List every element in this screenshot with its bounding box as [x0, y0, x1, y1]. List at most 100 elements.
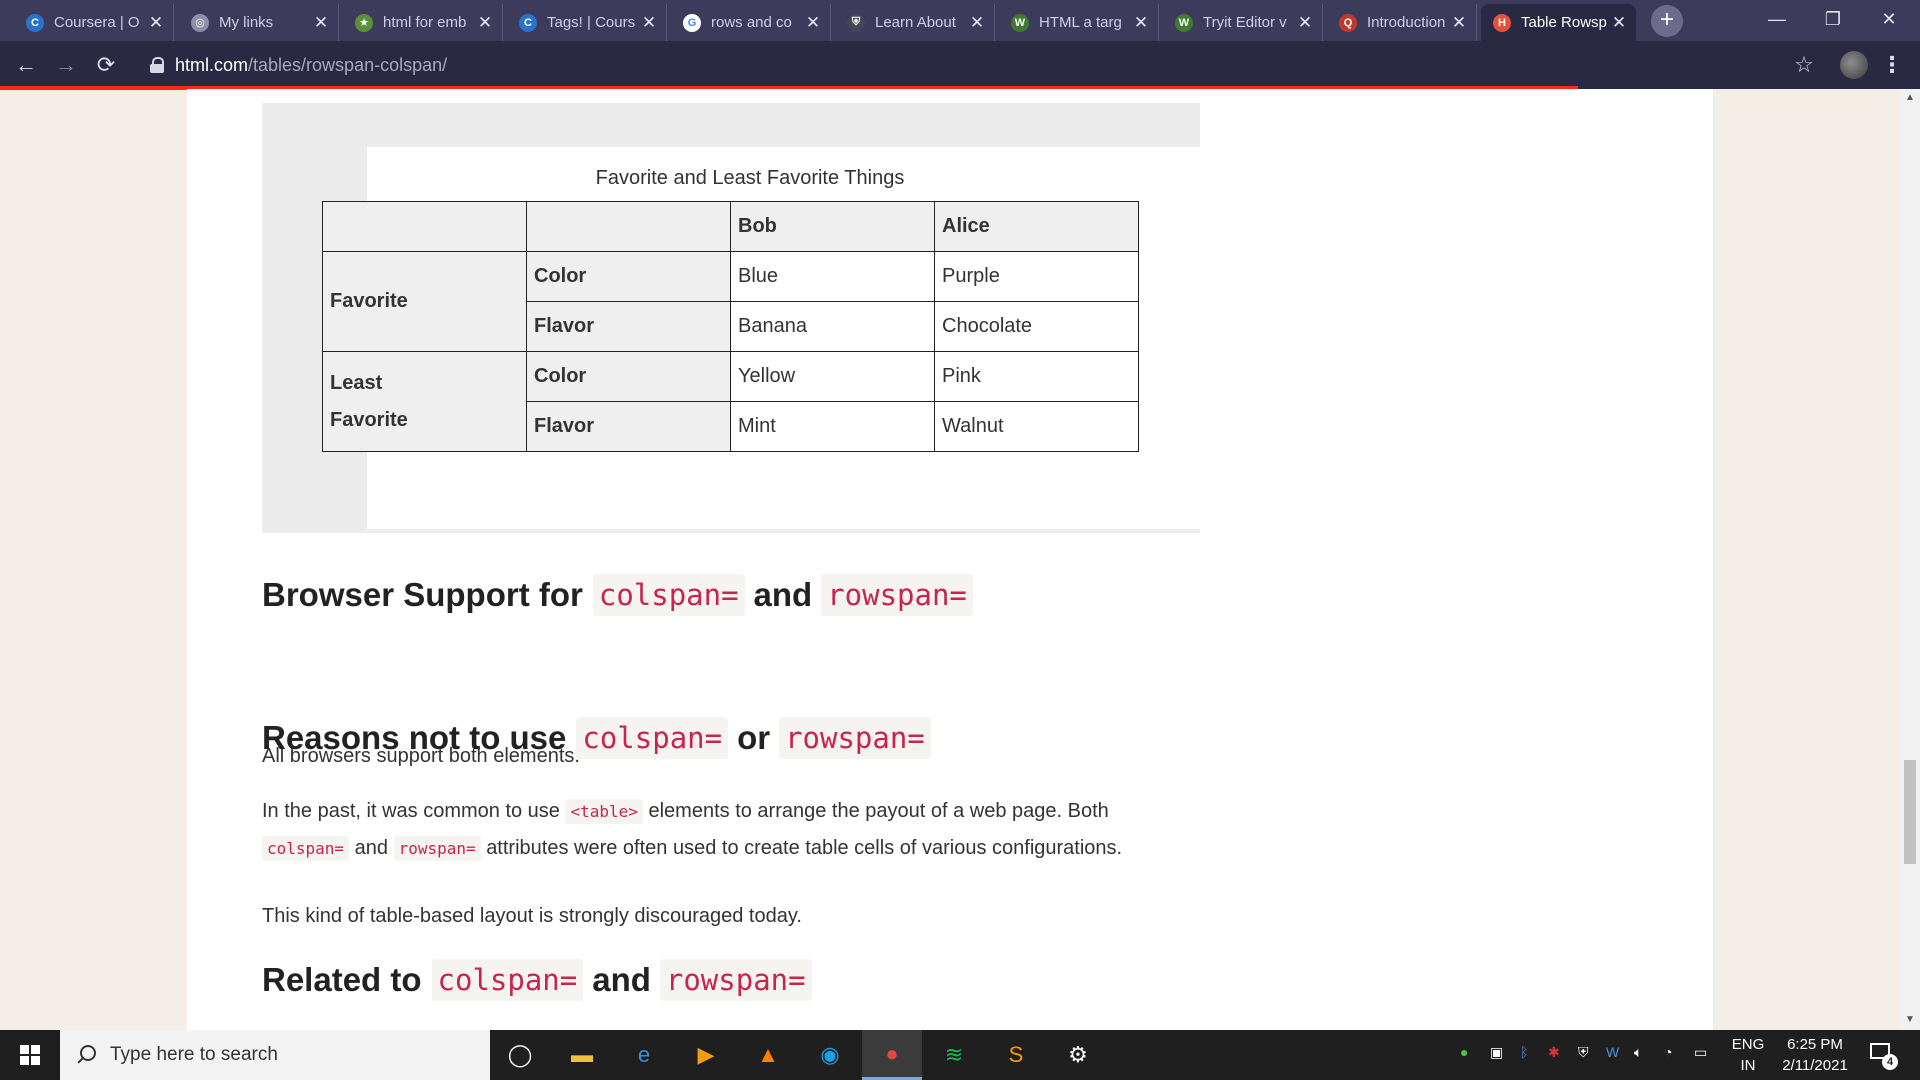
new-tab-button[interactable]: + [1651, 5, 1683, 37]
close-tab-icon[interactable]: ✕ [968, 13, 986, 33]
paragraph-text: elements to arrange the payout of a web … [648, 800, 1109, 822]
forward-icon[interactable]: → [50, 49, 82, 81]
task-view-icon[interactable]: ◯ [490, 1030, 550, 1080]
profile-avatar[interactable] [1840, 51, 1868, 79]
spotify-icon[interactable]: ≋ [924, 1030, 984, 1080]
media-player-icon[interactable]: ▶ [676, 1030, 736, 1080]
search-icon [76, 1045, 96, 1065]
shield-icon: ⛨ [847, 13, 865, 32]
header-cell-empty [526, 201, 731, 252]
defender-shield-icon[interactable]: ⛨ [1578, 1044, 1589, 1061]
paragraph-text: attributes were often used to create tab… [486, 837, 1123, 859]
meet-now-icon[interactable]: ▣ [1490, 1044, 1503, 1061]
close-tab-icon[interactable]: ✕ [804, 13, 822, 33]
tab-title: Table Rowsp [1521, 14, 1607, 31]
browser-tab[interactable]: C Tags! | Cours ✕ [507, 4, 667, 41]
close-tab-icon[interactable]: ✕ [1610, 13, 1628, 33]
code-rowspan: rowspan= [779, 717, 931, 759]
minimize-button[interactable]: — [1752, 4, 1802, 34]
browser-tab[interactable]: W HTML a targ ✕ [999, 4, 1159, 41]
close-tab-icon[interactable]: ✕ [640, 13, 658, 33]
internet-explorer-icon[interactable]: e [614, 1030, 674, 1080]
security-check-icon[interactable]: ● [1460, 1044, 1468, 1060]
close-tab-icon[interactable]: ✕ [1132, 13, 1150, 33]
close-window-button[interactable]: ✕ [1864, 4, 1914, 34]
scrollbar-thumb[interactable] [1904, 760, 1916, 864]
tab-strip: C Coursera | O ✕ ◎ My links ✕ ★ html for emb ✕ C T… [0, 0, 1920, 41]
restore-button[interactable]: ❐ [1808, 4, 1858, 34]
header-cell-alice: Alice [934, 201, 1139, 252]
word-icon[interactable]: W [1606, 1044, 1619, 1060]
system-clock[interactable]: 6:25 PM 2/11/2021 [1770, 1034, 1860, 1076]
toolbar: ← → ⟳ html.com/tables/rowspan-colspan/ ☆… [0, 41, 1920, 89]
input-language[interactable]: ENG IN [1728, 1034, 1768, 1076]
edge-icon[interactable]: ◉ [800, 1030, 860, 1080]
close-tab-icon[interactable]: ✕ [147, 13, 165, 33]
url-path: /tables/rowspan-colspan/ [248, 54, 448, 75]
settings-icon[interactable]: ⚙ [1048, 1030, 1108, 1080]
browser-tab[interactable]: ★ html for emb ✕ [343, 4, 503, 41]
chrome-icon[interactable]: ● [862, 1030, 922, 1080]
w3schools-icon: W [1011, 13, 1029, 32]
header-cell-bob: Bob [730, 201, 935, 252]
chrome-menu-icon[interactable]: ⋮ [1880, 49, 1904, 81]
browser-tab[interactable]: ◎ My links ✕ [179, 4, 339, 41]
page-scrollbar[interactable] [1900, 89, 1920, 1030]
close-tab-icon[interactable]: ✕ [1296, 13, 1314, 33]
url-host: html.com [175, 54, 249, 75]
browser-tab[interactable]: ⛨ Learn About ✕ [835, 4, 995, 41]
browser-tab[interactable]: W Tryit Editor v ✕ [1163, 4, 1323, 41]
reload-icon[interactable]: ⟳ [90, 49, 122, 81]
tab-title: rows and co [711, 14, 792, 31]
bookmark-star-icon[interactable]: ☆ [1788, 49, 1820, 81]
lock-icon[interactable] [149, 57, 165, 73]
tab-title: html for emb [383, 14, 467, 31]
close-tab-icon[interactable]: ✕ [476, 13, 494, 33]
vlc-icon[interactable]: ▲ [738, 1030, 798, 1080]
code-colspan: colspan= [431, 959, 584, 1001]
taskbar-search-box[interactable]: Type here to search [60, 1030, 490, 1080]
browser-tab[interactable]: Q Introduction ✕ [1327, 4, 1477, 41]
close-tab-icon[interactable]: ✕ [312, 13, 330, 33]
browser-tab[interactable]: H Table Rowsp ✕ [1481, 4, 1636, 41]
example-table: Bob Alice Favorite Color Blue Purple Fla… [322, 201, 1139, 452]
header-cell-empty [322, 201, 527, 252]
coursera-icon: C [519, 13, 537, 32]
tab-title: Introduction [1367, 14, 1446, 31]
close-tab-icon[interactable]: ✕ [1450, 13, 1468, 33]
windows-taskbar: Type here to search ◯ ▬ e ▶ ▲ ◉ ● ≋ S ⚙ ● ▣ ᛒ ✱ ⛨… [0, 1030, 1920, 1080]
discouraged-paragraph: This kind of table-based layout is stron… [262, 905, 802, 927]
coursera-icon: C [26, 13, 44, 32]
sublime-text-icon[interactable]: S [986, 1030, 1046, 1080]
tab-title: HTML a targ [1039, 14, 1122, 31]
battery-icon[interactable]: ▭ [1694, 1044, 1707, 1061]
bluetooth-icon[interactable]: ᛒ [1520, 1044, 1528, 1060]
scroll-down-icon[interactable]: ▼ [1900, 1012, 1920, 1028]
bookmark-star-icon: ★ [355, 13, 373, 32]
lang-code: ENG [1731, 1036, 1765, 1053]
heading-text: Related to [262, 961, 422, 998]
scroll-up-icon[interactable]: ▲ [1900, 90, 1920, 106]
reasons-paragraph: In the past, it was common to use <table… [262, 793, 1262, 867]
browser-tab[interactable]: Grows and co ✕ [671, 4, 831, 41]
browser-tab[interactable]: C Coursera | O ✕ [14, 4, 174, 41]
heading-browser-support: Browser Support for colspan= and rowspan… [262, 574, 973, 616]
row-attribute: Color [526, 351, 731, 402]
file-explorer-icon[interactable]: ▬ [552, 1030, 612, 1080]
antivirus-icon[interactable]: ✱ [1548, 1044, 1560, 1061]
wifi-icon[interactable]: ◔ [1664, 1044, 1672, 1060]
code-rowspan: rowspan= [821, 574, 973, 616]
paragraph-text: In the past, it was common to use [262, 800, 560, 822]
heading-text: or [737, 719, 771, 756]
heading-text: Browser Support for [262, 576, 583, 613]
action-center-icon[interactable]: 4 [1868, 1040, 1898, 1070]
table-cell: Chocolate [934, 301, 1139, 352]
windows-start-icon[interactable] [0, 1030, 60, 1080]
notification-count: 4 [1882, 1054, 1898, 1070]
heading-text: and [592, 961, 651, 998]
table-cell: Blue [730, 251, 935, 302]
address-bar[interactable]: html.com/tables/rowspan-colspan/ [139, 47, 1809, 83]
volume-icon[interactable]: 🔈︎ [1634, 1044, 1642, 1061]
back-icon[interactable]: ← [10, 49, 42, 81]
code-rowspan: rowspan= [659, 959, 812, 1001]
